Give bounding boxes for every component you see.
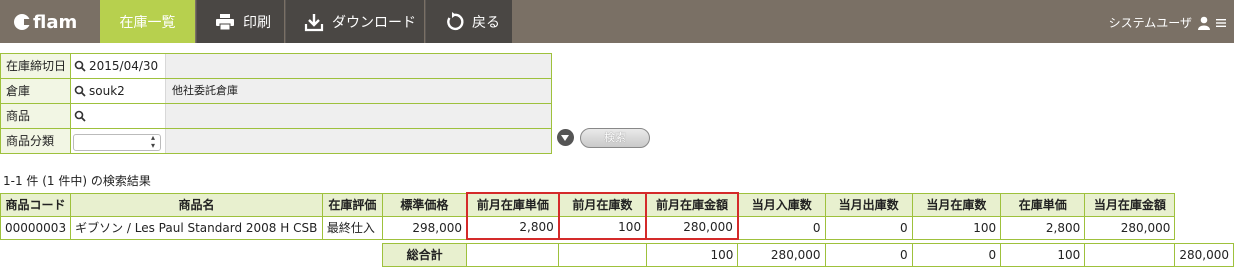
- user-name: システムユーザ: [1108, 16, 1192, 30]
- cell-out-qty: 0: [824, 215, 913, 240]
- tab-stock-list-label: 在庫一覧: [119, 14, 176, 31]
- cell-unit-price: 2,800: [1000, 215, 1086, 240]
- table-row[interactable]: 00000003 ギブソン / Les Paul Standard 2008 H…: [0, 215, 1234, 240]
- cell-prev-amount: 280,000: [645, 215, 739, 240]
- cutoff-label: 在庫締切日: [1, 54, 71, 78]
- search-form: 在庫締切日 2015/04/30 倉庫 souk2 他社委託倉庫 商品 商品分類: [0, 53, 552, 154]
- total-label: 総合計: [381, 242, 468, 267]
- app-logo[interactable]: flam: [14, 9, 77, 35]
- product-row: 商品: [1, 104, 551, 129]
- back-button[interactable]: 戻る: [425, 0, 512, 43]
- total-cell: 0: [824, 242, 913, 267]
- category-select[interactable]: [73, 134, 161, 151]
- table-header-row: 商品コード 商品名 在庫評価 標準価格 前月在庫単価 前月在庫数 前月在庫金額 …: [0, 192, 1234, 217]
- cell-in-qty: 0: [737, 215, 826, 240]
- product-field[interactable]: [71, 104, 166, 128]
- logo-mark-icon: [14, 14, 32, 30]
- col-header[interactable]: 商品コード: [0, 192, 72, 217]
- print-button[interactable]: 印刷: [196, 0, 284, 43]
- col-header[interactable]: 在庫評価: [321, 192, 383, 217]
- back-label: 戻る: [472, 14, 500, 31]
- search-button[interactable]: 検索: [580, 128, 650, 148]
- back-arrow-icon: [444, 11, 464, 32]
- total-blank: [1, 243, 383, 266]
- warehouse-label: 倉庫: [1, 79, 71, 103]
- product-extra: [166, 104, 551, 128]
- category-extra: [166, 129, 551, 153]
- cell-product-name: ギブソン / Les Paul Standard 2008 H CSB: [70, 215, 323, 240]
- col-header-highlighted[interactable]: 前月在庫金額: [645, 192, 739, 217]
- col-header[interactable]: 当月在庫金額: [1084, 192, 1176, 217]
- print-label: 印刷: [243, 14, 271, 31]
- total-cell: [466, 242, 560, 267]
- cutoff-field[interactable]: 2015/04/30: [71, 54, 166, 78]
- total-cell: 280,000: [1174, 242, 1234, 267]
- col-header[interactable]: 商品名: [70, 192, 323, 217]
- stock-table: 商品コード 商品名 在庫評価 標準価格 前月在庫単価 前月在庫数 前月在庫金額 …: [0, 192, 1234, 267]
- download-button[interactable]: ダウンロード: [285, 0, 424, 43]
- cutoff-extra: [166, 54, 551, 78]
- col-header[interactable]: 当月出庫数: [824, 192, 913, 217]
- search-icon[interactable]: [74, 85, 86, 97]
- col-header[interactable]: 在庫単価: [1000, 192, 1086, 217]
- total-cell: 100: [1000, 242, 1086, 267]
- warehouse-field[interactable]: souk2: [71, 79, 166, 103]
- category-label: 商品分類: [1, 129, 71, 153]
- cutoff-value: 2015/04/30: [89, 59, 159, 73]
- col-header-highlighted[interactable]: 前月在庫単価: [465, 192, 560, 217]
- tab-stock-list[interactable]: 在庫一覧: [100, 0, 195, 43]
- download-icon: [304, 12, 324, 32]
- cell-prev-unit-price: 2,800: [465, 215, 560, 240]
- cell-standard-price: 298,000: [381, 215, 468, 240]
- cell-prev-qty: 100: [557, 215, 648, 240]
- cell-valuation: 最終仕入: [321, 215, 383, 240]
- warehouse-code: souk2: [89, 84, 125, 98]
- user-menu[interactable]: システムユーザ: [1109, 14, 1226, 31]
- product-label: 商品: [1, 104, 71, 128]
- search-icon[interactable]: [74, 60, 86, 72]
- col-header[interactable]: 当月在庫数: [911, 192, 1002, 217]
- cutoff-row: 在庫締切日 2015/04/30: [1, 54, 551, 79]
- warehouse-name: 他社委託倉庫: [166, 79, 551, 103]
- total-row: 総合計 100 280,000 0 0 100 280,000: [1, 242, 1234, 267]
- total-cell: 100: [645, 242, 739, 267]
- hamburger-menu-icon[interactable]: [1216, 18, 1226, 28]
- total-cell: [1084, 242, 1176, 267]
- top-bar: flam 在庫一覧 印刷 ダウンロード 戻る システムユーザ: [0, 0, 1234, 43]
- col-header[interactable]: 標準価格: [381, 192, 468, 217]
- col-header-highlighted[interactable]: 前月在庫数: [557, 192, 648, 217]
- download-label: ダウンロード: [332, 14, 416, 31]
- user-icon: [1198, 16, 1210, 30]
- cell-current-qty: 100: [911, 215, 1002, 240]
- cell-product-code: 00000003: [0, 215, 72, 240]
- total-cell: [558, 242, 647, 267]
- printer-icon: [215, 13, 235, 31]
- warehouse-row: 倉庫 souk2 他社委託倉庫: [1, 79, 551, 104]
- total-cell: 280,000: [737, 242, 826, 267]
- expand-toggle-icon[interactable]: [557, 129, 574, 146]
- col-header[interactable]: 当月入庫数: [737, 192, 826, 217]
- result-count: 1-1 件 (1 件中) の検索結果: [3, 174, 151, 188]
- cell-current-amount: 280,000: [1084, 215, 1176, 240]
- category-row: 商品分類: [1, 129, 551, 154]
- category-field: [71, 129, 166, 153]
- logo-text: flam: [33, 11, 78, 33]
- total-cell: 0: [911, 242, 1002, 267]
- search-icon[interactable]: [74, 110, 86, 122]
